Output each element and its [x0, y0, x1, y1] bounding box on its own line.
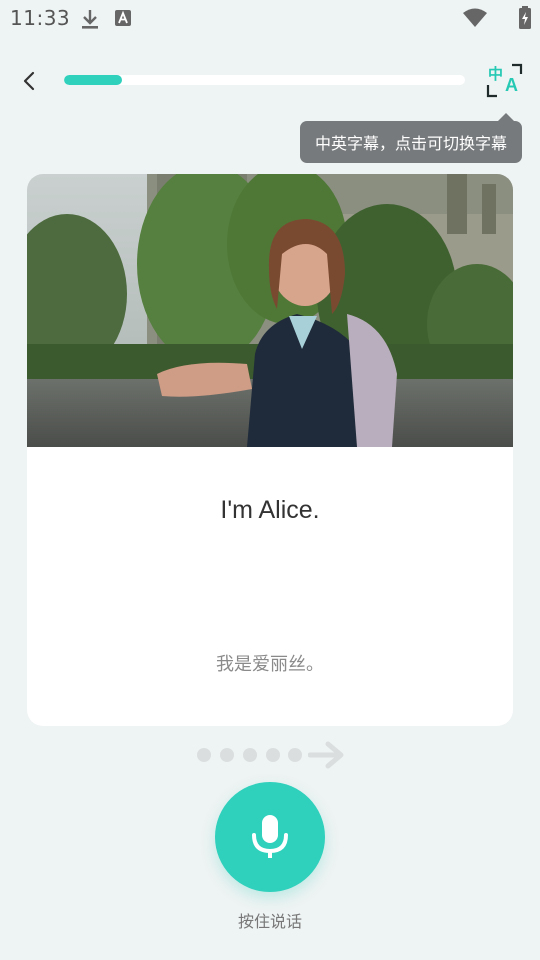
lesson-progress-fill: [64, 75, 123, 85]
chevron-left-icon: [23, 71, 35, 91]
chinese-translation: 我是爱丽丝。: [216, 654, 324, 675]
sentence-pager: [196, 740, 356, 770]
microphone-icon: [252, 815, 288, 858]
pager-dot[interactable]: [266, 748, 280, 762]
subtitle-tooltip: 中英字幕，点击可切换字幕: [300, 121, 522, 163]
pager-dot[interactable]: [243, 748, 257, 762]
status-time: 11:33: [10, 6, 71, 30]
status-bar: 11:33: [0, 0, 540, 38]
text-a-icon: [115, 10, 131, 30]
lesson-progress-bar: [64, 75, 465, 85]
sentence-card: I'm Alice. 我是爱丽丝。: [27, 174, 513, 726]
pager-dot[interactable]: [288, 748, 302, 762]
subtitle-toggle-button[interactable]: 中 A: [486, 63, 524, 98]
video-frame[interactable]: [27, 174, 513, 447]
subtitle-en-glyph: A: [505, 75, 518, 95]
lesson-header: 中 A: [0, 56, 540, 106]
tooltip-arrow: [498, 113, 514, 121]
hold-to-speak-label: 按住说话: [237, 912, 302, 931]
subtitle-zh-glyph: 中: [488, 65, 504, 83]
download-icon: [80, 8, 100, 34]
english-sentence: I'm Alice.: [220, 496, 320, 524]
back-button[interactable]: [14, 66, 44, 96]
battery-charging-icon: [518, 6, 532, 34]
pager-dot[interactable]: [220, 748, 234, 762]
wifi-icon: [462, 7, 488, 33]
hold-to-speak-button[interactable]: [215, 782, 325, 892]
arrow-right-icon[interactable]: [308, 740, 346, 770]
pager-dot[interactable]: [197, 748, 211, 762]
